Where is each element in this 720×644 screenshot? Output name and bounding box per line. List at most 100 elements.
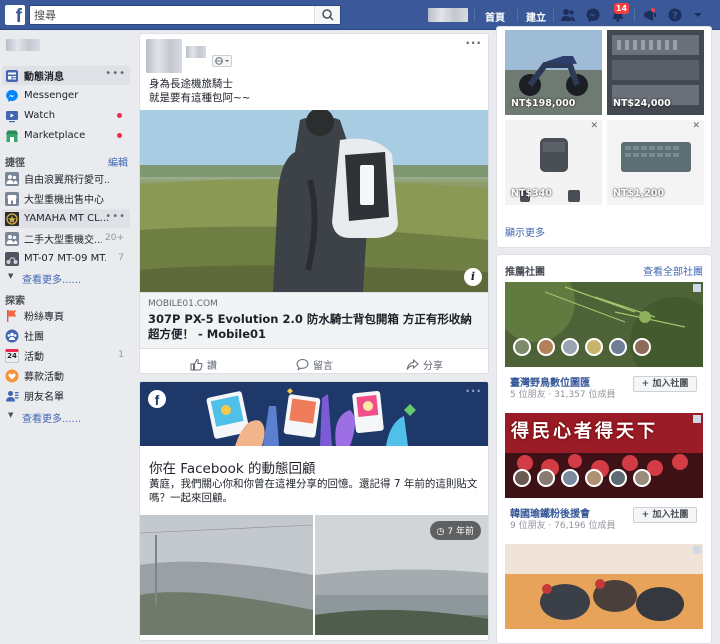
marketplace-item[interactable]: NT$198,000 [505,30,602,115]
explore-see-more-link[interactable]: 查看更多...... [22,410,81,425]
help-question-icon[interactable]: ? [667,7,683,23]
join-group-button[interactable]: + 加入社團 [633,376,697,392]
messenger-top-icon[interactable] [585,7,601,23]
nav-item-messenger[interactable]: Messenger [2,86,130,105]
divider [517,9,518,22]
join-label: 加入社團 [652,379,689,389]
link-preview-image[interactable]: i [140,110,488,292]
member-avatar [609,469,627,487]
adchoices-icon[interactable] [693,546,701,554]
rider-backpack-photo [140,110,488,292]
member-avatar [513,338,531,356]
memory-photo[interactable] [140,515,314,635]
messenger-icon [6,89,18,102]
group-icon [5,231,19,246]
shortcut-item[interactable]: 大型重機出售中心 [2,189,130,208]
quick-help-icon[interactable] [642,7,658,23]
shortcut-item[interactable]: 自由浪翼飛行愛可... [2,169,130,188]
like-button[interactable]: 讚 [190,357,217,372]
chevron-down-icon: ▼ [8,272,14,280]
edit-shortcuts-link[interactable]: 編輯 [108,154,128,169]
explore-item-fundraisers[interactable]: 募款活動 [2,366,130,385]
comment-icon [296,358,309,371]
see-all-groups-link[interactable]: 查看全部社團 [643,263,703,278]
share-button[interactable]: 分享 [406,357,443,372]
author-avatar[interactable] [146,39,182,73]
info-icon[interactable]: i [464,268,482,286]
search-button[interactable] [314,6,340,24]
group-member-info: 9 位朋友 · 76,196 位成員 [510,521,616,531]
adchoices-icon[interactable] [693,284,701,292]
globe-icon [215,57,229,65]
flag-icon [7,309,17,322]
explore-section-title: 探索 [5,296,25,307]
shortcut-item[interactable]: MT-07 MT-09 MT... 7 [2,249,130,268]
search-box [29,5,341,25]
marketplace-item[interactable]: NT$24,000 [607,30,704,115]
member-avatar [633,469,651,487]
search-input[interactable] [30,6,310,24]
close-icon[interactable]: ✕ [590,121,598,131]
store-icon [5,191,19,206]
marketplace-see-more-link[interactable]: 顯示更多 [505,224,545,239]
close-icon[interactable]: ✕ [692,121,700,131]
comment-button[interactable]: 留言 [296,357,333,372]
nav-item-label: 社團 [24,332,44,343]
explore-item-groups[interactable]: 社團 [2,326,130,345]
shortcuts-see-more-link[interactable]: 查看更多...... [22,271,81,286]
event-count: 1 [118,350,124,360]
clock-icon: ◷ [436,527,445,537]
post-action-bar: 讚 留言 分享 [140,348,488,378]
watch-icon [6,110,18,122]
explore-item-friend-lists[interactable]: 朋友名單 [2,386,130,405]
author-name[interactable] [186,46,206,58]
pine-tree-photo [505,282,703,367]
more-options-button[interactable]: ••• [105,211,126,222]
memory-photo[interactable]: ◷ 7 年前 [315,515,488,635]
explore-item-pages[interactable]: 粉絲專頁 [2,306,130,325]
motorcycle-icon [5,251,19,266]
home-link[interactable]: 首頁 [485,9,505,24]
group-cover-photo[interactable]: 得民心者得天下 [505,413,703,498]
turkey-flock-photo [505,544,703,629]
share-label: 分享 [423,361,443,372]
foggy-hillside-photo [140,515,314,635]
profile-name[interactable] [6,39,40,51]
feed-post: ··· 身為長途機旅騎士 就是要有這種包阿~~ i MOBILE01.COM 3… [139,33,489,374]
fundraiser-icon [5,369,19,382]
member-avatar [585,338,603,356]
group-cover-photo[interactable] [505,282,703,367]
marketplace-item[interactable]: ✕ NT$340 [505,120,602,205]
friend-requests-icon[interactable] [560,7,576,23]
item-price: NT$24,000 [613,98,671,109]
memory-options-button[interactable]: ··· [465,384,482,398]
shortcut-item[interactable]: YAMAHA MT CL... ••• [2,209,130,228]
adchoices-icon[interactable] [693,415,701,423]
search-icon [322,9,334,21]
create-link[interactable]: 建立 [526,9,546,24]
time-ago-label: 7 年前 [447,527,474,537]
shortcut-item[interactable]: 二手大型重機交... 20+ [2,229,130,248]
group-icon [5,171,19,186]
group-cover-photo[interactable] [505,544,703,629]
nav-item-label: Watch [24,110,56,121]
member-avatar [609,338,627,356]
profile-shortcut[interactable] [428,8,468,22]
link-preview-box[interactable]: MOBILE01.COM 307P PX-5 Evolution 2.0 防水騎… [140,292,488,348]
comment-label: 留言 [313,361,333,372]
more-options-button[interactable]: ••• [105,68,126,79]
marketplace-item[interactable]: ✕ NT$1,200 [607,120,704,205]
unread-count: 7 [118,253,124,263]
nav-item-watch[interactable]: Watch [2,106,130,125]
join-group-button[interactable]: + 加入社團 [633,507,697,523]
explore-item-events[interactable]: 24 活動 1 [2,346,130,365]
suggested-groups-title: 推薦社團 [505,267,545,278]
nav-item-news-feed[interactable]: 動態消息 ••• [2,66,130,85]
privacy-selector[interactable] [212,55,232,67]
account-menu-chevron-icon[interactable] [690,7,706,23]
nav-item-marketplace[interactable]: Marketplace [2,126,130,145]
nav-item-label: 大型重機出售中心 [24,195,104,206]
friends-list-icon [6,390,19,401]
post-options-button[interactable]: ··· [465,36,482,50]
facebook-logo[interactable]: f [5,5,25,27]
